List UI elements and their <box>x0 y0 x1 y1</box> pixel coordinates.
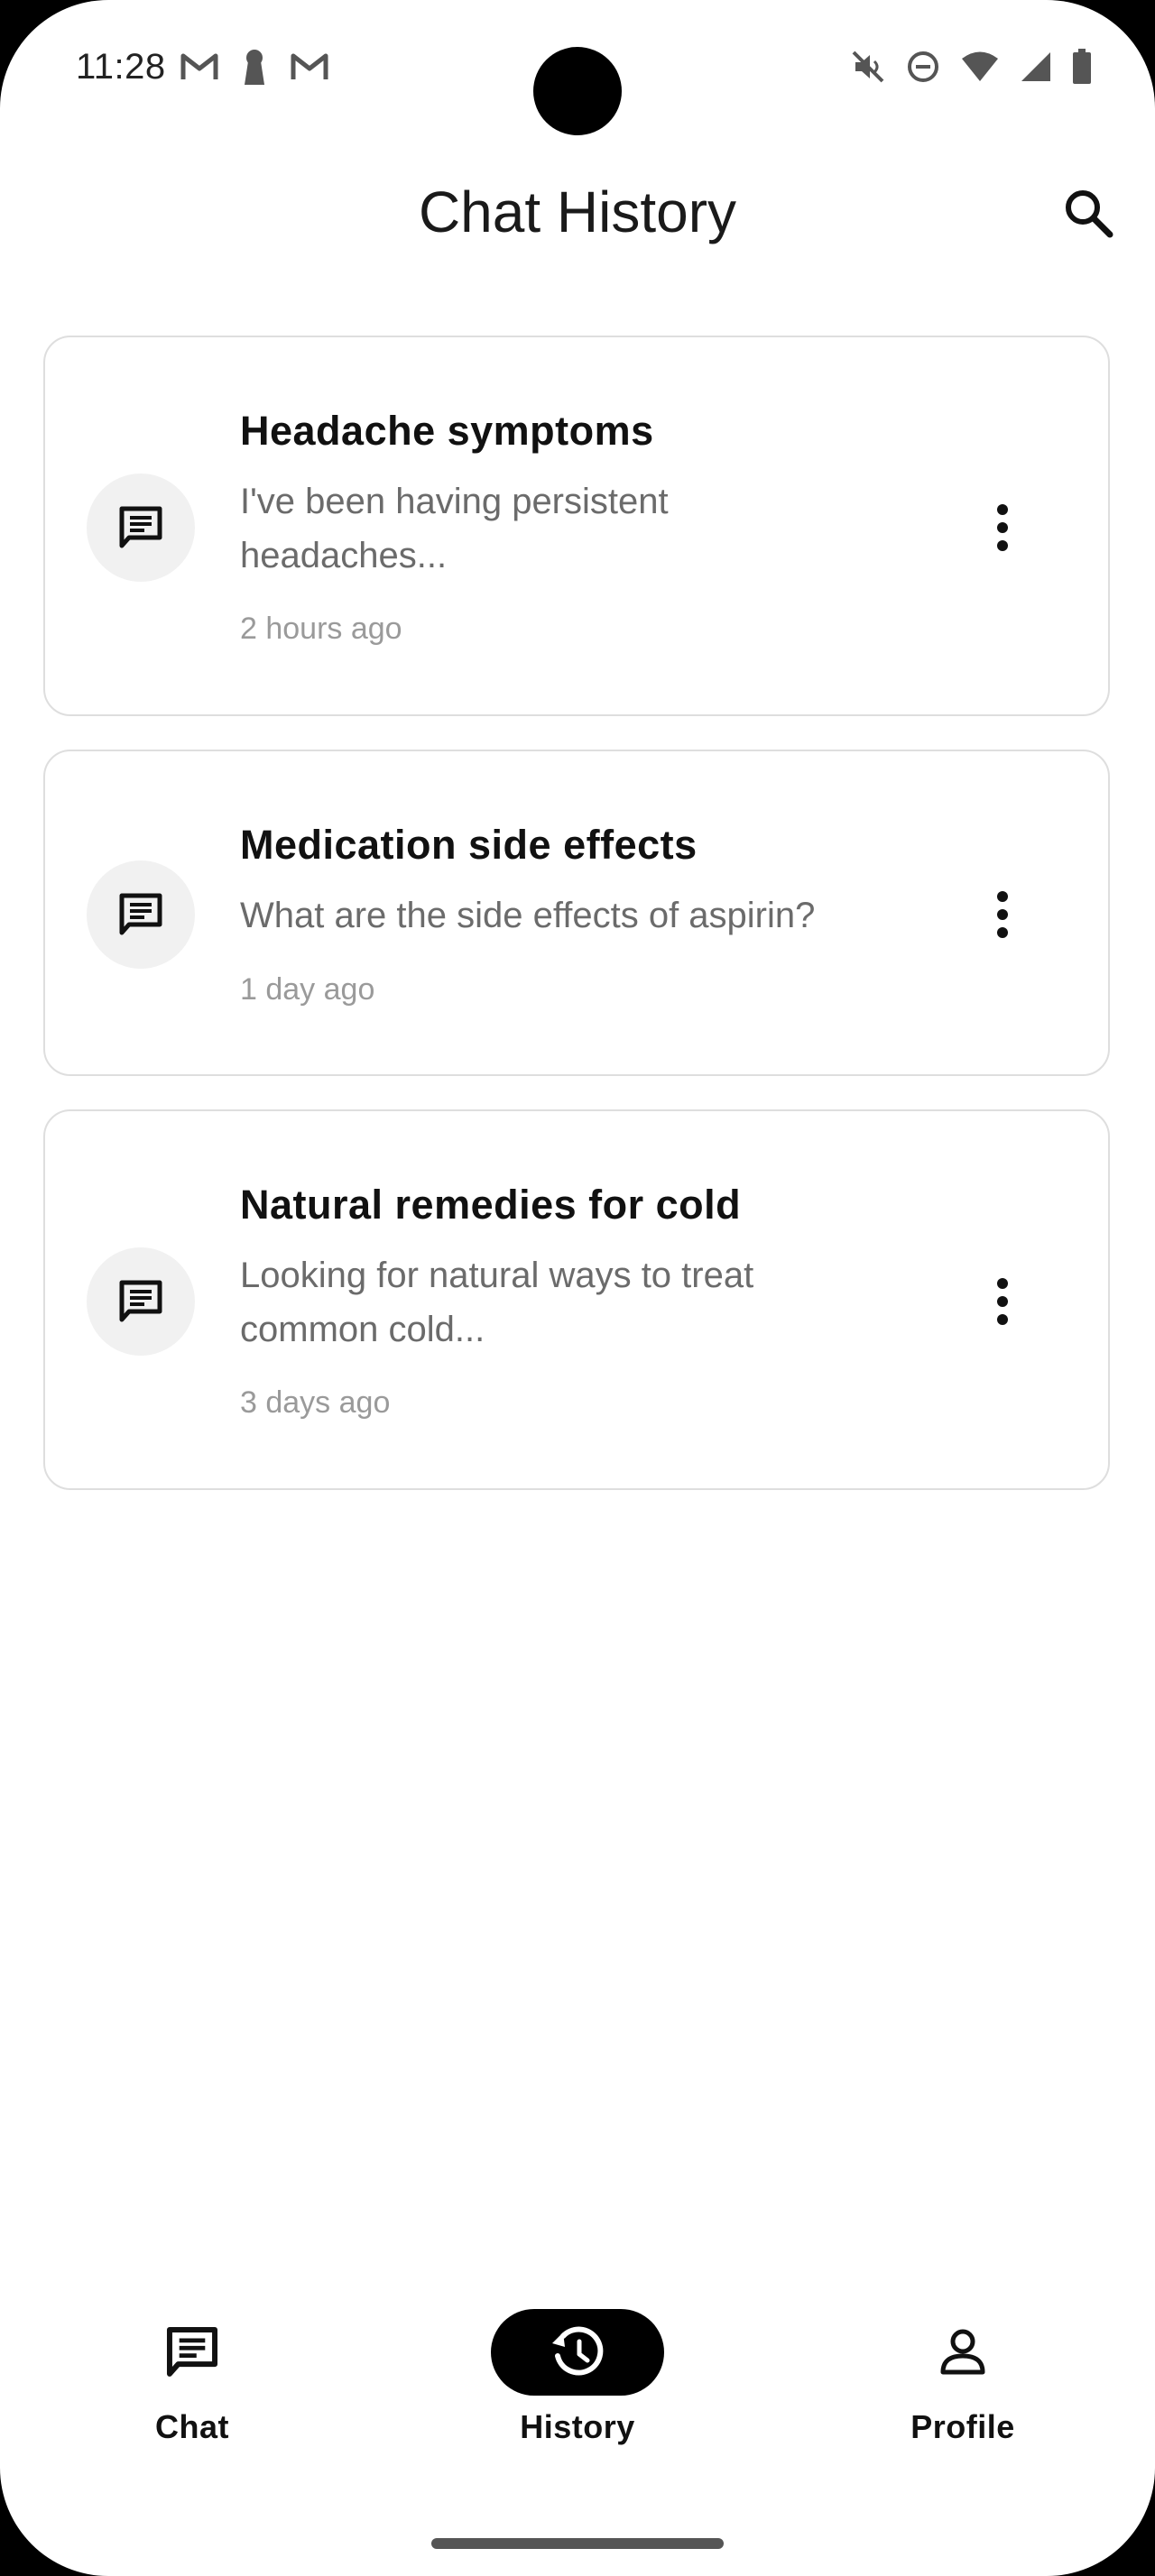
keyhole-icon <box>242 49 267 89</box>
nav-icon-container-active <box>491 2309 664 2396</box>
chat-preview: I've been having persistent headaches... <box>240 482 669 575</box>
chat-avatar <box>87 860 195 969</box>
search-button[interactable] <box>1061 186 1115 240</box>
chat-history-card[interactable]: Headache symptoms I've been having persi… <box>43 336 1110 716</box>
battery-icon <box>1072 49 1092 89</box>
status-left-icons <box>180 49 328 89</box>
chat-icon <box>119 893 162 935</box>
status-right-icons <box>850 49 1092 89</box>
chat-preview: What are the side effects of aspirin? <box>240 896 816 935</box>
chat-history-card[interactable]: Medication side effects What are the sid… <box>43 750 1110 1076</box>
status-time: 11:28 <box>76 47 166 87</box>
chat-history-card[interactable]: Natural remedies for cold Looking for na… <box>43 1109 1110 1490</box>
chat-preview: Looking for natural ways to treat common… <box>240 1256 754 1349</box>
signal-icon <box>1020 51 1052 87</box>
more-options-button[interactable] <box>980 492 1025 564</box>
status-bar: 11:28 <box>0 0 1155 135</box>
nav-label-chat: Chat <box>155 2408 229 2445</box>
search-icon <box>1066 190 1113 238</box>
more-vert-icon <box>997 891 1008 938</box>
chat-title: Medication side effects <box>240 822 698 868</box>
more-vert-icon <box>997 504 1008 551</box>
do-not-disturb-icon <box>906 50 940 88</box>
chat-icon <box>119 1280 162 1322</box>
mute-icon <box>850 49 886 89</box>
gmail-icon <box>180 51 218 87</box>
chat-avatar <box>87 1247 195 1356</box>
history-icon <box>552 2326 604 2376</box>
home-indicator[interactable] <box>431 2538 724 2549</box>
chat-timestamp: 3 days ago <box>240 1385 391 1420</box>
chat-timestamp: 2 hours ago <box>240 612 402 646</box>
chat-title: Natural remedies for cold <box>240 1182 742 1228</box>
nav-item-history[interactable]: History <box>442 2309 713 2446</box>
more-vert-icon <box>997 1278 1008 1325</box>
nav-label-history: History <box>520 2408 635 2445</box>
nav-item-profile[interactable]: Profile <box>827 2309 1098 2446</box>
more-options-button[interactable] <box>980 1265 1025 1338</box>
chat-avatar <box>87 474 195 582</box>
gmail-icon <box>291 51 328 87</box>
nav-label-profile: Profile <box>910 2408 1015 2445</box>
phone-screen: 11:28 Chat History Headache symptoms I'v… <box>0 0 1155 2576</box>
page-title: Chat History <box>418 179 737 244</box>
chat-icon <box>166 2326 218 2377</box>
nav-item-chat[interactable]: Chat <box>57 2309 328 2446</box>
person-icon <box>940 2329 985 2375</box>
chat-icon <box>119 506 162 548</box>
more-options-button[interactable] <box>980 879 1025 951</box>
bottom-navigation: Chat History Profile <box>0 2309 1155 2507</box>
camera-cutout <box>533 47 622 135</box>
chat-title: Headache symptoms <box>240 408 654 454</box>
nav-icon-container <box>876 2309 1049 2396</box>
chat-timestamp: 1 day ago <box>240 972 375 1007</box>
nav-icon-container <box>106 2309 279 2396</box>
wifi-icon <box>960 51 1000 87</box>
